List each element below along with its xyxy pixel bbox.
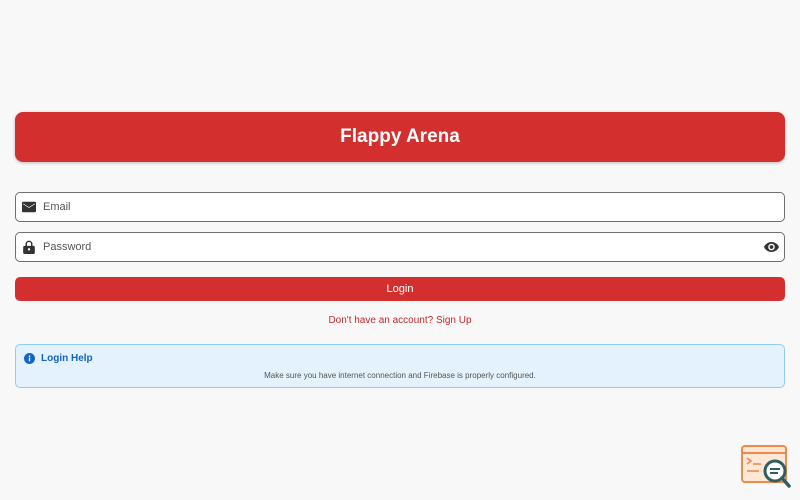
password-input[interactable] (43, 237, 763, 257)
app-title: Flappy Arena (340, 126, 460, 147)
password-field[interactable] (15, 232, 785, 262)
signup-link[interactable]: Don't have an account? Sign Up (0, 315, 800, 326)
lock-icon (22, 240, 36, 254)
email-field[interactable] (15, 192, 785, 222)
login-page: Flappy Arena Login Don't have an account… (0, 0, 800, 500)
help-title: Login Help (41, 353, 93, 364)
email-input[interactable] (43, 197, 784, 217)
eye-icon[interactable] (763, 239, 779, 255)
inspector-logo-icon (741, 445, 791, 489)
info-icon (24, 353, 35, 364)
mail-icon (22, 200, 36, 214)
help-header: Login Help (24, 353, 93, 364)
login-button[interactable]: Login (15, 277, 785, 301)
help-text: Make sure you have internet connection a… (264, 371, 536, 380)
login-help-box: Login Help Make sure you have internet c… (15, 344, 785, 388)
app-header: Flappy Arena (15, 112, 785, 162)
